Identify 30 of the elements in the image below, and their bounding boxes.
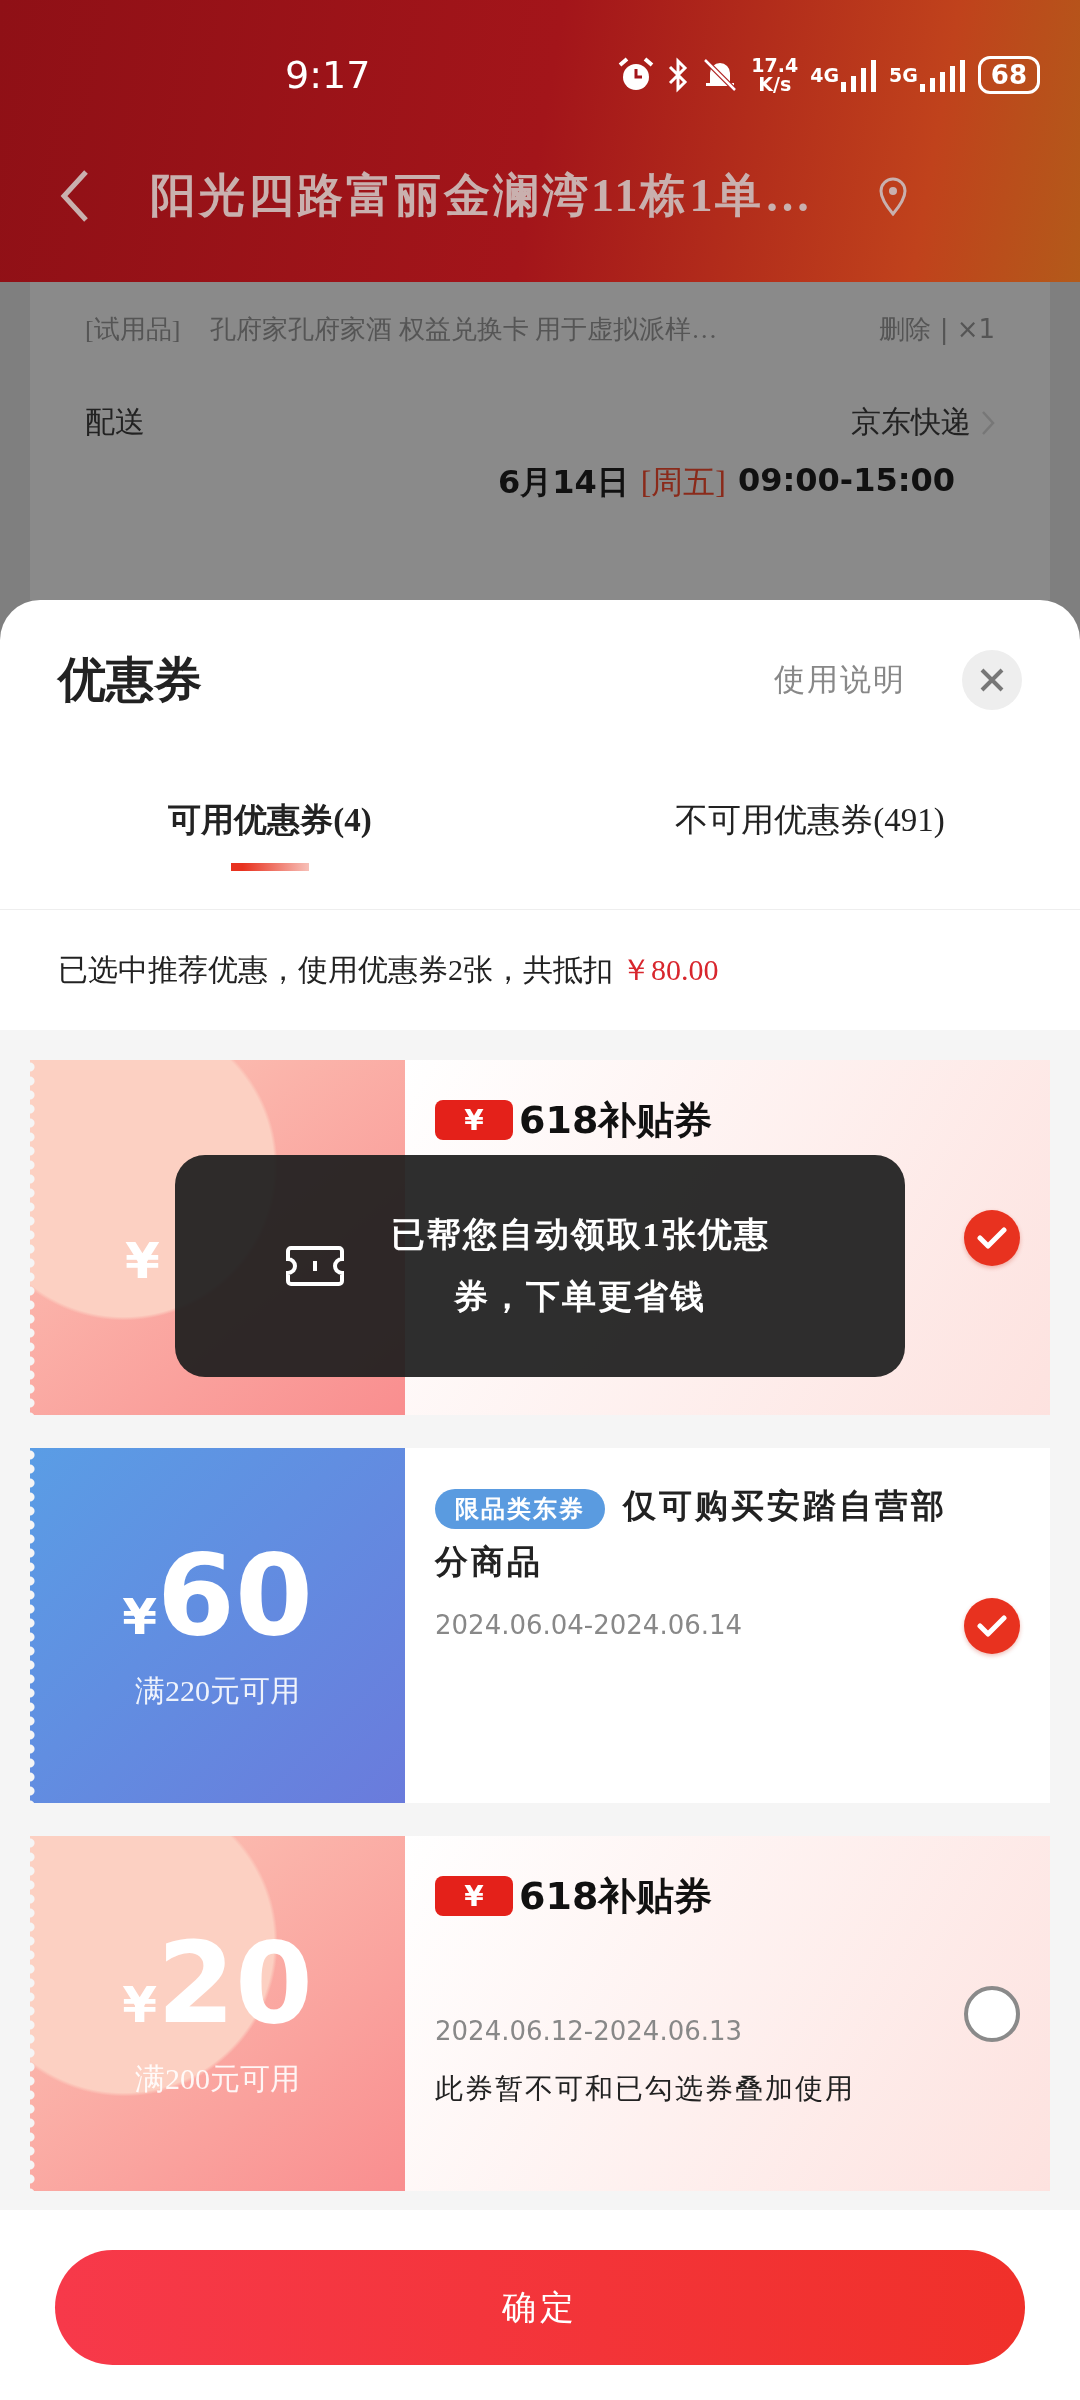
- coupon-note: 此券暂不可和已勾选券叠加使用: [435, 2072, 856, 2106]
- net-speed-unit: K/s: [758, 75, 792, 94]
- category-tag: 限品类东券: [435, 1489, 605, 1530]
- coupon-amount: 60: [156, 1539, 313, 1651]
- battery-level: 68: [977, 56, 1040, 94]
- discount-amount: ￥80.00: [621, 951, 719, 988]
- currency-symbol: ¥: [125, 1231, 160, 1290]
- coupon-amount: 20: [156, 1927, 313, 2039]
- net-speed: 17.4: [751, 56, 799, 75]
- network-type: 5G: [889, 64, 918, 86]
- validity-date: 2024.06.12-2024.06.13: [435, 2016, 744, 2046]
- delivery-date: 6月14日: [497, 462, 629, 503]
- status-time: 9:17: [285, 53, 371, 97]
- currency-symbol: ¥: [122, 1976, 157, 2034]
- subsidy-logo-text: 618补贴券: [519, 1096, 713, 1144]
- delivery-time: 09:00-15:00: [738, 461, 955, 501]
- subsidy-logo-badge: ¥: [435, 1100, 513, 1140]
- summary-text: 已选中推荐优惠，使用优惠券2张，共抵扣: [58, 951, 613, 988]
- validity-date: 2024.06.04-2024.06.14: [435, 1610, 744, 1640]
- currency-symbol: ¥: [122, 1588, 157, 1646]
- subsidy-logo-badge: ¥: [435, 1876, 513, 1916]
- coupon-title: 限品类东券 仅可购买安踏自营部分商品: [435, 1487, 948, 1582]
- coupon-condition: 满220元可用: [135, 1673, 300, 1709]
- delivery-weekday: [周五]: [640, 463, 726, 502]
- toast-text: 已帮您自动领取1张优惠券，下单更省钱: [389, 1215, 771, 1317]
- subsidy-logo-text: 618补贴券: [519, 1872, 713, 1920]
- delivery-label: 配送: [85, 404, 145, 440]
- network-type: 4G: [810, 64, 839, 86]
- coupon-condition: 满200元可用: [135, 2061, 300, 2097]
- sheet-title: 优惠券: [58, 652, 202, 708]
